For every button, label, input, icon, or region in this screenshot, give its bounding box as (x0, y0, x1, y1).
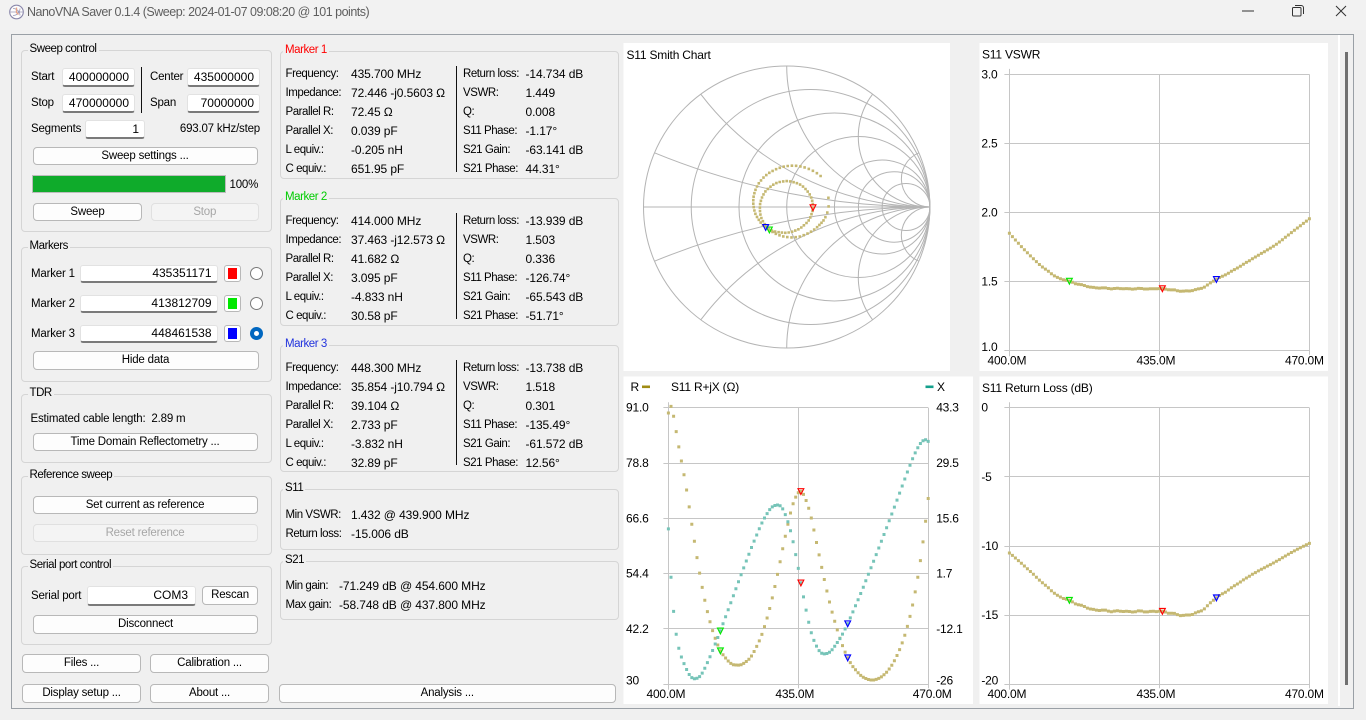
svg-text:1.0: 1.0 (981, 340, 998, 354)
svg-text:470.0M: 470.0M (1285, 354, 1324, 368)
svg-text:S11 VSWR: S11 VSWR (982, 48, 1041, 62)
svg-text:400.0M: 400.0M (987, 354, 1026, 368)
svg-text:S11 Smith Chart: S11 Smith Chart (627, 48, 712, 62)
svg-text:78.8: 78.8 (626, 456, 649, 470)
svg-text:43.3: 43.3 (936, 401, 959, 415)
svg-text:29.5: 29.5 (936, 456, 959, 470)
svg-text:42.2: 42.2 (626, 622, 649, 636)
svg-text:R: R (631, 380, 640, 394)
svg-text:54.4: 54.4 (626, 567, 649, 581)
svg-text:400.0M: 400.0M (987, 687, 1026, 701)
svg-text:435.0M: 435.0M (1136, 687, 1175, 701)
svg-text:400.0M: 400.0M (646, 687, 685, 701)
svg-text:-12.1: -12.1 (936, 622, 963, 636)
svg-text:30: 30 (626, 673, 639, 687)
svg-text:-26: -26 (936, 673, 953, 687)
svg-text:1.7: 1.7 (936, 567, 953, 581)
svg-text:S11 Return Loss (dB): S11 Return Loss (dB) (982, 381, 1093, 395)
svg-text:2.0: 2.0 (981, 206, 998, 220)
svg-text:470.0M: 470.0M (1285, 687, 1324, 701)
svg-text:-5: -5 (981, 470, 992, 484)
svg-text:435.0M: 435.0M (775, 687, 814, 701)
svg-text:91.0: 91.0 (626, 401, 649, 415)
svg-text:1.5: 1.5 (981, 275, 998, 289)
svg-text:3.0: 3.0 (981, 67, 998, 81)
svg-text:0: 0 (981, 401, 988, 415)
svg-text:X: X (937, 380, 945, 394)
svg-text:470.0M: 470.0M (913, 687, 952, 701)
svg-text:2.5: 2.5 (981, 137, 998, 151)
svg-text:435.0M: 435.0M (1136, 354, 1175, 368)
svg-text:66.6: 66.6 (626, 511, 649, 525)
svg-text:-20: -20 (981, 673, 998, 687)
svg-text:S11 R+jX (Ω): S11 R+jX (Ω) (671, 380, 739, 394)
svg-text:15.6: 15.6 (936, 511, 959, 525)
svg-text:-10: -10 (981, 539, 998, 553)
svg-text:-15: -15 (981, 608, 998, 622)
